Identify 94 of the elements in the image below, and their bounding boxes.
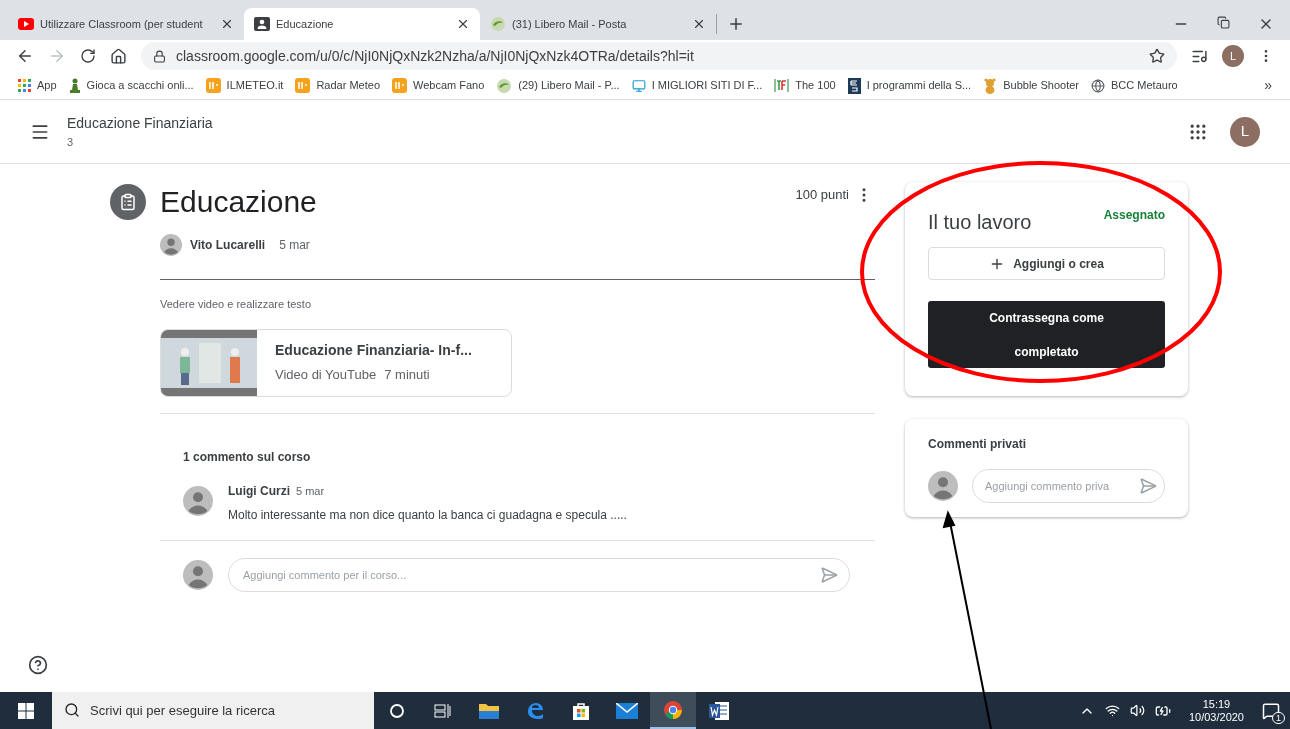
browser-tab[interactable]: (31) Libero Mail - Posta: [480, 8, 716, 40]
profile-avatar[interactable]: L: [1230, 116, 1260, 147]
search-icon: [64, 702, 80, 718]
folder-icon: [478, 701, 500, 720]
close-icon[interactable]: [220, 17, 234, 31]
profile-avatar[interactable]: L: [1222, 45, 1244, 67]
letters-logo-icon: [847, 77, 861, 94]
private-comments-heading: Commenti privati: [928, 436, 1027, 453]
back-icon[interactable]: [16, 47, 34, 65]
circle-icon: [389, 702, 405, 719]
bookmark-item[interactable]: Radar Meteo: [295, 77, 380, 94]
shopping-bag-icon: [571, 700, 591, 721]
home-icon[interactable]: [110, 47, 127, 65]
document-w-icon: [708, 700, 730, 721]
bear-icon: [983, 77, 998, 94]
envelope-icon: [616, 702, 638, 719]
tab-title: Educazione: [276, 16, 335, 32]
class-name[interactable]: Educazione Finanziaria: [67, 112, 213, 134]
wifi-icon[interactable]: [1104, 703, 1120, 718]
attachment-duration: 7 minuti: [384, 366, 430, 385]
comment-author: Luigi Curzi: [228, 482, 290, 500]
close-icon[interactable]: [456, 17, 470, 31]
restore-icon[interactable]: [1217, 16, 1230, 29]
bookmark-item[interactable]: Webcam Fano: [392, 77, 485, 94]
new-tab-icon[interactable]: [727, 15, 745, 33]
post-date: 5 mar: [279, 237, 310, 254]
video-play-icon: [18, 18, 34, 30]
letters-logo-icon: [774, 78, 790, 93]
globe-icon: [1091, 78, 1106, 93]
notification-count: 1: [1272, 711, 1285, 724]
chess-pawn-icon: [68, 78, 81, 93]
work-title: Il tuo lavoro: [928, 210, 1032, 235]
swirl-icon: [496, 77, 513, 94]
bookmark-item[interactable]: I MIGLIORI SITI DI F...: [631, 77, 763, 94]
assignment-description: Vedere video e realizzare testo: [160, 297, 313, 312]
taskbar-search-field[interactable]: Scrivi qui per eseguire la ricerca: [52, 692, 374, 729]
class-section: 3: [67, 133, 213, 151]
clock[interactable]: 15:19 10/03/2020: [1188, 697, 1244, 724]
chrome-logo-icon: [663, 699, 683, 720]
send-icon[interactable]: [1139, 477, 1157, 495]
points-label: 100 punti: [795, 186, 849, 204]
bookmark-item[interactable]: I programmi della S...: [847, 77, 972, 94]
tab-title: Utilizzare Classroom (per student: [40, 16, 204, 32]
browser-tab[interactable]: Educazione: [244, 8, 480, 40]
monitor-icon: [631, 78, 646, 93]
task-view-icon: [434, 702, 452, 719]
mark-done-button[interactable]: Contrassegna come completato: [928, 301, 1165, 368]
attachment-title: Educazione Finanziaria- In-f...: [275, 341, 472, 361]
lock-icon: [153, 49, 166, 63]
bookmark-item[interactable]: Bubble Shooter: [983, 77, 1080, 94]
add-create-button[interactable]: Aggiungi o crea: [928, 247, 1165, 280]
url-text: classroom.google.com/u/0/c/NjI0NjQxNzk2Nzha/a/NjI0NjQxNzk4OTRa/details?hl=it: [176, 46, 695, 66]
attachment-source: Video di YouTube: [275, 366, 377, 385]
bookmark-item[interactable]: BCC Metauro: [1091, 77, 1178, 94]
reload-icon[interactable]: [80, 48, 96, 64]
avatar-icon: [183, 485, 213, 516]
clock-time: 15:19: [1202, 697, 1231, 711]
avatar-icon: [160, 234, 182, 256]
private-comment-field[interactable]: Aggiungi commento priva: [972, 469, 1165, 503]
comment-field[interactable]: Aggiungi commento per il corso...: [228, 557, 850, 592]
close-icon[interactable]: [692, 17, 706, 31]
bookmark-item[interactable]: App: [18, 77, 57, 94]
weather-logo-icon: [205, 78, 221, 93]
send-icon[interactable]: [820, 565, 838, 584]
bookmark-item[interactable]: ILMETEO.it: [205, 77, 284, 94]
comment-date: 5 mar: [296, 483, 325, 499]
weather-logo-icon: [295, 78, 311, 93]
browser-tab[interactable]: Utilizzare Classroom (per student: [8, 8, 244, 40]
assignment-title: Educazione: [160, 184, 318, 220]
clock-date: 10/03/2020: [1188, 710, 1244, 724]
star-icon[interactable]: [1149, 48, 1165, 64]
tab-title: (31) Libero Mail - Posta: [512, 16, 628, 32]
help-icon[interactable]: [28, 655, 48, 675]
attachment-card[interactable]: Educazione Finanziaria- In-f... Video di YouTube 7 minuti: [160, 328, 512, 397]
bookmark-item[interactable]: (29) Libero Mail - P...: [496, 77, 620, 94]
windows-logo-icon: [18, 702, 34, 719]
volume-icon[interactable]: [1129, 703, 1145, 718]
swirl-icon: [490, 16, 506, 32]
browser-e-icon: [525, 700, 545, 721]
status-label: Assegnato: [1103, 207, 1165, 224]
address-field[interactable]: classroom.google.com/u/0/c/NjI0NjQxNzk2Nzha/a/NjI0NjQxNzk4OTRa/details?hl=it: [141, 42, 1177, 70]
bookmark-item[interactable]: The 100: [774, 77, 836, 94]
avatar-icon: [928, 471, 958, 501]
person-card-icon: [254, 17, 270, 31]
notifications-icon[interactable]: [1262, 701, 1280, 720]
apps-grid-icon: [18, 79, 31, 92]
comment-text: Molto interessante ma non dice quanto la banca ci guadagna e specula .....: [228, 506, 627, 524]
weather-logo-icon: [392, 78, 407, 93]
avatar-icon: [183, 559, 213, 590]
bookmarks-overflow[interactable]: »: [1264, 75, 1272, 96]
comments-heading: 1 commento sul corso: [183, 448, 312, 466]
clipboard-icon: [119, 193, 137, 211]
author-name: Vito Lucarelli: [190, 237, 266, 254]
bookmark-item[interactable]: Gioca a scacchi onli...: [68, 77, 194, 94]
